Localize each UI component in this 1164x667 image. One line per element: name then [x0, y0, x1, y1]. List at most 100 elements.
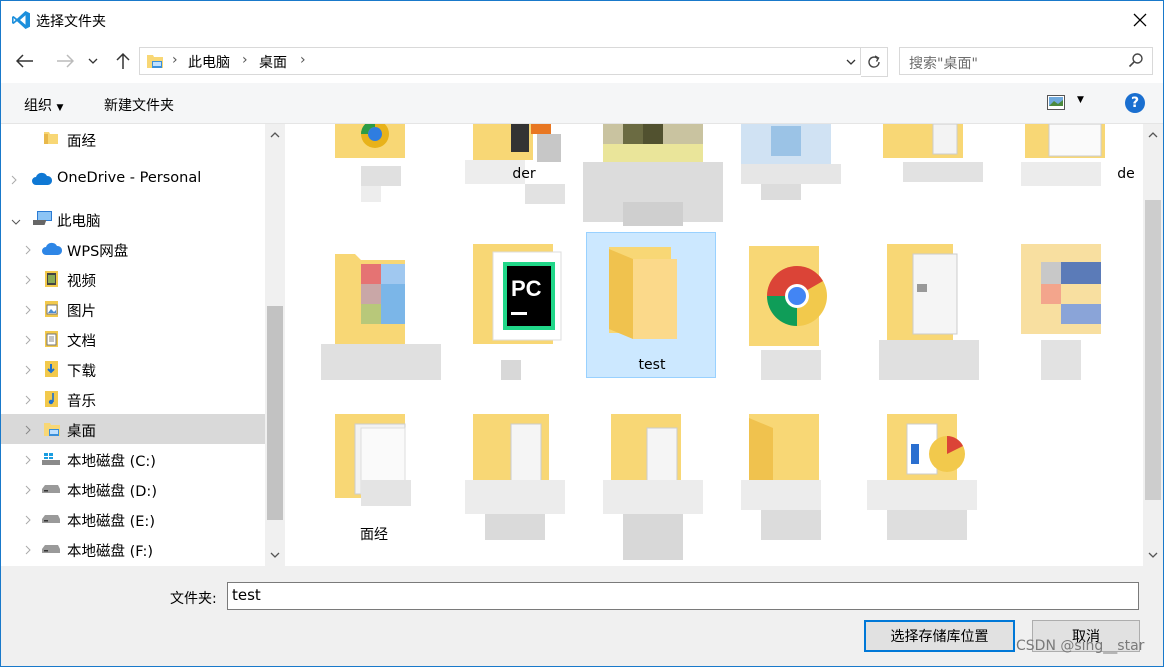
drive-icon	[42, 515, 60, 523]
file-item-blurred-6[interactable]	[1021, 234, 1151, 380]
tree-item-onedrive[interactable]: OneDrive - Personal	[1, 164, 265, 194]
file-item-der-folder[interactable]: der	[465, 124, 595, 204]
chevron-down-icon	[846, 59, 856, 65]
onedrive-icon	[32, 172, 53, 185]
folder-icon	[335, 124, 405, 158]
scroll-thumb[interactable]	[267, 306, 283, 520]
organize-menu-button[interactable]: 组织 ▼	[24, 95, 63, 115]
view-options-button[interactable]: ▼	[1047, 95, 1084, 114]
tree-item-videos[interactable]: 视频	[1, 264, 265, 294]
navigation-pane: 面经 OneDrive - Personal 此电脑 WPS网盘 视频 图片 文…	[1, 124, 285, 566]
help-button[interactable]: ?	[1125, 93, 1145, 113]
file-item-pycharm[interactable]: PC	[465, 234, 595, 380]
tree-item-label: WPS网盘	[67, 244, 129, 260]
file-item-blurred-10[interactable]	[867, 404, 1013, 550]
chevron-right-icon	[25, 243, 31, 259]
tree-item-desktop[interactable]: 桌面	[1, 414, 265, 444]
scroll-down-button[interactable]	[265, 546, 285, 564]
folder-icon	[335, 254, 405, 344]
close-button[interactable]	[1117, 1, 1163, 39]
file-item-chrome-folder[interactable]	[327, 124, 457, 202]
chevron-down-icon	[1148, 552, 1158, 558]
recent-locations-button[interactable]	[83, 49, 103, 73]
breadcrumb-desktop[interactable]: 桌面	[259, 52, 287, 72]
search-box[interactable]: 搜索"桌面"	[899, 47, 1153, 75]
chevron-right-icon	[25, 393, 31, 409]
file-item-blurred-7[interactable]	[465, 404, 595, 550]
folder-icon	[883, 124, 963, 158]
scroll-thumb[interactable]	[1145, 200, 1161, 500]
scroll-up-button[interactable]	[265, 126, 285, 144]
search-placeholder: 搜索"桌面"	[909, 56, 978, 72]
file-list-scrollbar[interactable]	[1143, 124, 1163, 566]
tree-item-documents[interactable]: 文档	[1, 324, 265, 354]
nav-pane-scrollbar[interactable]	[265, 124, 285, 566]
tree-item-label: 音乐	[67, 394, 96, 410]
file-item-blurred-2[interactable]	[741, 124, 871, 200]
windows-drive-icon	[42, 453, 60, 465]
tree-item-music[interactable]: 音乐	[1, 384, 265, 414]
tree-item-drive-d[interactable]: 本地磁盘 (D:)	[1, 474, 265, 504]
tree-item-this-pc[interactable]: 此电脑	[1, 204, 265, 234]
tree-item-pictures[interactable]: 图片	[1, 294, 265, 324]
up-button[interactable]	[111, 49, 135, 73]
new-folder-button[interactable]: 新建文件夹	[104, 95, 174, 115]
file-list-pane: der de PC test 面经	[287, 124, 1163, 566]
file-item-de-folder[interactable]: de	[1021, 124, 1155, 200]
file-item-blurred-8[interactable]	[603, 404, 733, 560]
file-item-blurred-4[interactable]	[321, 234, 457, 380]
tree-item-mianjing[interactable]: 面经	[1, 124, 265, 154]
caret-down-icon: ▼	[1077, 95, 1084, 105]
window-title: 选择文件夹	[36, 14, 106, 30]
file-item-chrome[interactable]	[741, 234, 871, 380]
back-arrow-icon	[16, 54, 33, 68]
tree-item-wps[interactable]: WPS网盘	[1, 234, 265, 264]
file-item-mianjing-folder[interactable]: 面经	[327, 404, 457, 550]
folder-icon	[44, 132, 58, 144]
breadcrumb-separator: ›	[300, 52, 306, 68]
pictures-folder-icon	[45, 301, 58, 317]
tree-item-label: 此电脑	[57, 214, 101, 230]
navigation-bar: › 此电脑 › 桌面 › 搜索"桌面"	[1, 39, 1163, 83]
music-folder-icon	[45, 391, 58, 407]
chevron-down-icon	[88, 58, 98, 64]
file-item-blurred-1[interactable]	[583, 124, 723, 226]
desktop-folder-icon	[44, 423, 60, 436]
chevron-up-icon	[270, 132, 280, 138]
forward-button[interactable]	[53, 49, 77, 73]
chevron-right-icon	[25, 363, 31, 379]
tree-item-drive-e[interactable]: 本地磁盘 (E:)	[1, 504, 265, 534]
file-item-test-folder[interactable]: test	[586, 232, 716, 378]
select-repository-location-button[interactable]: 选择存储库位置	[864, 620, 1015, 652]
back-button[interactable]	[13, 49, 37, 73]
address-history-button[interactable]	[841, 49, 861, 75]
tree-item-downloads[interactable]: 下载	[1, 354, 265, 384]
tree-item-label: 下载	[67, 364, 96, 380]
file-item-blurred-5[interactable]	[879, 234, 1013, 380]
tree-item-label: 视频	[67, 274, 96, 290]
downloads-folder-icon	[45, 361, 58, 377]
view-icon	[1047, 95, 1065, 110]
refresh-icon	[868, 55, 880, 68]
file-item-label: test	[638, 357, 666, 373]
chevron-right-icon	[25, 513, 31, 529]
command-toolbar: 组织 ▼ 新建文件夹 ▼ ?	[1, 83, 1163, 124]
address-bar[interactable]: › 此电脑 › 桌面 ›	[139, 47, 861, 75]
file-item-blurred-3[interactable]	[883, 124, 1013, 200]
tree-item-drive-c[interactable]: 本地磁盘 (C:)	[1, 444, 265, 474]
file-item-blurred-9[interactable]	[741, 404, 871, 550]
breadcrumb-separator: ›	[242, 52, 248, 68]
file-item-label: der	[512, 166, 536, 182]
refresh-button[interactable]	[861, 47, 888, 77]
tree-item-label: 面经	[67, 134, 96, 150]
breadcrumb-this-pc[interactable]: 此电脑	[188, 52, 230, 72]
search-icon	[1128, 53, 1143, 68]
help-icon: ?	[1130, 95, 1140, 111]
tree-item-drive-f[interactable]: 本地磁盘 (F:)	[1, 534, 265, 564]
cloud-icon	[42, 242, 63, 255]
desktop-folder-icon	[147, 55, 163, 68]
scroll-up-button[interactable]	[1143, 126, 1163, 144]
close-icon	[1133, 13, 1147, 27]
scroll-down-button[interactable]	[1143, 546, 1163, 564]
folder-name-input[interactable]: test	[227, 582, 1139, 610]
